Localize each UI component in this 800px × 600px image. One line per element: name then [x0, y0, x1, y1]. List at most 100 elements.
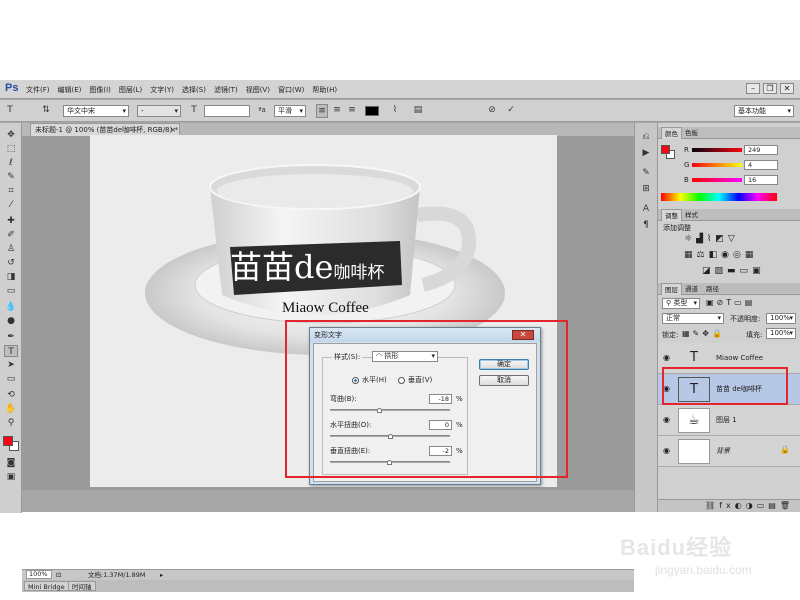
history-brush-tool-icon[interactable]: ↺ [4, 257, 18, 269]
menu-type[interactable]: 文字(Y) [150, 85, 174, 95]
opacity-field[interactable]: 100% [766, 313, 796, 324]
align-center-icon[interactable]: ≡ [331, 104, 343, 116]
invert-icon[interactable]: ◪ [702, 265, 711, 277]
actions-panel-icon[interactable]: ▶ [640, 147, 652, 159]
tab-layers[interactable]: 图层 [661, 283, 682, 295]
blend-mode-select[interactable]: 正常 [662, 313, 724, 324]
layer-kind-filter[interactable]: ⚲ 类型 [662, 298, 700, 309]
lasso-tool-icon[interactable]: ℓ [4, 157, 18, 169]
g-value[interactable]: 4 [744, 160, 778, 170]
dodge-tool-icon[interactable]: ● [4, 315, 18, 327]
status-menu-icon[interactable]: ▸ [160, 570, 163, 580]
levels-icon[interactable]: ▟ [696, 233, 703, 245]
hand-tool-icon[interactable]: ✋ [4, 403, 18, 415]
marquee-tool-icon[interactable]: ⬚ [4, 143, 18, 155]
menu-layer[interactable]: 图层(L) [119, 85, 142, 95]
align-left-icon[interactable]: ≡ [316, 104, 328, 118]
close-icon[interactable]: ✕ [780, 83, 794, 94]
font-family-select[interactable]: 华文中宋 [63, 105, 129, 117]
status-export-icon[interactable]: ⊡ [56, 570, 61, 580]
healing-tool-icon[interactable]: ✚ [4, 215, 18, 227]
zoom-tool-icon[interactable]: ⚲ [4, 417, 18, 429]
tab-mini-bridge[interactable]: Mini Bridge [24, 581, 69, 591]
shape-tool-icon[interactable]: ▭ [4, 373, 18, 385]
layer-row[interactable]: ◉ ☕ 图层 1 [658, 405, 800, 436]
curves-icon[interactable]: ⌇ [707, 233, 711, 245]
hue-sat-icon[interactable]: ▦ [684, 249, 693, 261]
exposure-icon[interactable]: ◩ [715, 233, 724, 245]
selective-color-icon[interactable]: ▣ [752, 265, 761, 277]
lookup-icon[interactable]: ▦ [745, 249, 754, 261]
foreground-color-swatch[interactable] [3, 436, 13, 446]
character-panel-icon[interactable]: ▤ [412, 104, 424, 116]
photo-filter-icon[interactable]: ◉ [721, 249, 729, 261]
g-slider[interactable] [692, 163, 742, 167]
history-panel-icon[interactable]: ⎌ [640, 131, 652, 143]
align-right-icon[interactable]: ≡ [346, 104, 358, 116]
workspace-select[interactable]: 基本功能 [734, 105, 794, 117]
b-slider[interactable] [692, 178, 742, 182]
tab-channels[interactable]: 通道 [682, 283, 701, 295]
menu-edit[interactable]: 编辑(E) [58, 85, 82, 95]
blur-tool-icon[interactable]: 💧 [4, 301, 18, 313]
eyedropper-tool-icon[interactable]: ⁄ [4, 199, 18, 211]
type-tool-preset-icon[interactable]: T [4, 104, 16, 116]
color-fg-swatch[interactable] [661, 145, 670, 154]
cancel-edit-icon[interactable]: ⊘ [486, 104, 498, 116]
restore-icon[interactable]: ❐ [763, 83, 777, 94]
vibrance-icon[interactable]: ▽ [728, 233, 735, 245]
menu-window[interactable]: 窗口(W) [278, 85, 304, 95]
fill-field[interactable]: 100% [766, 328, 796, 339]
b-value[interactable]: 16 [744, 175, 778, 185]
threshold-icon[interactable]: ▬ [727, 265, 736, 277]
brush-panel-icon[interactable]: ✎ [640, 167, 652, 179]
lock-icons[interactable]: ▦✎✥🔒 [682, 329, 725, 338]
menu-image[interactable]: 图像(I) [89, 85, 111, 95]
tab-color[interactable]: 颜色 [661, 127, 682, 139]
quick-select-tool-icon[interactable]: ✎ [4, 171, 18, 183]
3d-rotate-tool-icon[interactable]: ⟲ [4, 389, 18, 401]
visibility-eye-icon[interactable]: ◉ [662, 415, 671, 424]
zoom-field[interactable]: 100% [26, 570, 52, 579]
brush-tool-icon[interactable]: ✐ [4, 229, 18, 241]
color-balance-icon[interactable]: ⚖ [697, 249, 705, 261]
layers-footer-icons[interactable]: ⛓fx◐◑▭▤🗑 [658, 499, 800, 512]
brightness-icon[interactable]: ☼ [684, 233, 692, 245]
menu-help[interactable]: 帮助(H) [312, 85, 337, 95]
warp-text-icon[interactable]: ⌇ [389, 104, 401, 116]
menu-file[interactable]: 文件(F) [26, 85, 50, 95]
gradient-tool-icon[interactable]: ▭ [4, 285, 18, 297]
bw-icon[interactable]: ◧ [709, 249, 718, 261]
channel-mixer-icon[interactable]: ◎ [733, 249, 741, 261]
commit-edit-icon[interactable]: ✓ [505, 104, 517, 116]
tab-swatches[interactable]: 色板 [682, 127, 701, 139]
move-tool-icon[interactable]: ✥ [4, 129, 18, 141]
visibility-eye-icon[interactable]: ◉ [662, 446, 671, 455]
path-select-tool-icon[interactable]: ➤ [4, 359, 18, 371]
posterize-icon[interactable]: ▨ [715, 265, 724, 277]
tab-paths[interactable]: 路径 [703, 283, 722, 295]
quick-mask-icon[interactable]: ◙ [4, 457, 18, 469]
layer-filter-icons[interactable]: ▣⊘T▭▤ [706, 298, 755, 307]
menu-view[interactable]: 视图(V) [246, 85, 270, 95]
tab-styles[interactable]: 样式 [682, 209, 701, 221]
gradient-map-icon[interactable]: ▭ [740, 265, 749, 277]
character-panel-icon[interactable]: A [640, 203, 652, 215]
minimize-icon[interactable]: – [746, 83, 760, 94]
font-style-select[interactable]: - [137, 105, 181, 117]
pen-tool-icon[interactable]: ✒ [4, 331, 18, 343]
font-size-field[interactable] [204, 105, 250, 117]
tab-adjustments[interactable]: 调整 [661, 209, 682, 221]
tab-timeline[interactable]: 时间轴 [68, 581, 96, 591]
paragraph-panel-icon[interactable]: ¶ [640, 219, 652, 231]
menu-filter[interactable]: 滤镜(T) [214, 85, 238, 95]
orientation-toggle-icon[interactable]: ⇅ [40, 104, 52, 116]
menu-select[interactable]: 选择(S) [182, 85, 206, 95]
crop-tool-icon[interactable]: ⌗ [4, 185, 18, 197]
layer-row[interactable]: ◉ 背景 🔒 [658, 436, 800, 467]
type-tool-icon[interactable]: T [4, 345, 18, 357]
visibility-eye-icon[interactable]: ◉ [662, 353, 671, 362]
antialias-select[interactable]: 平滑 [274, 105, 306, 117]
clone-source-icon[interactable]: ⊞ [640, 183, 652, 195]
screen-mode-icon[interactable]: ▣ [4, 471, 18, 483]
